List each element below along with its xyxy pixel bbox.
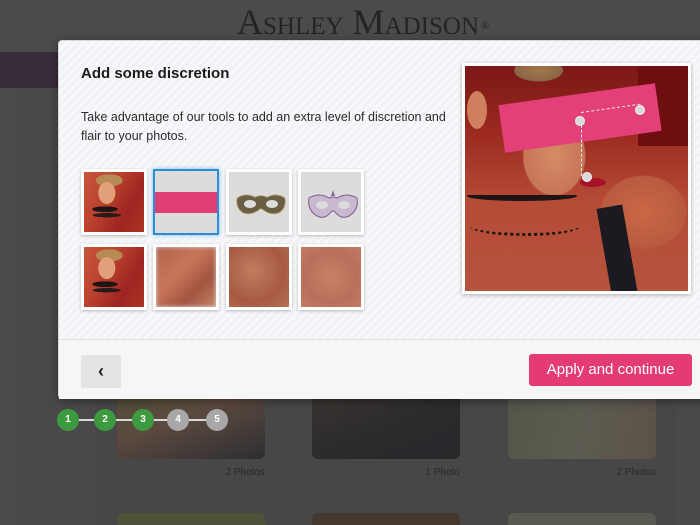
back-button[interactable]: ‹ [81,355,121,388]
preview-ear [467,91,487,129]
censor-bar-icon [155,192,217,213]
blur-thumbnail [156,247,216,307]
site-logo: Ashley Madison ® [237,2,490,42]
blur-thumbnail [301,247,361,307]
step-1: 1 [57,409,79,431]
album-photo-count: 2 Photos [616,467,656,478]
portrait-thumbnail [84,247,144,307]
album-card [117,513,265,525]
modal-footer: ‹ Apply and continue [59,339,700,399]
tool-gold-mask[interactable] [226,169,292,235]
album-photo-count: 1 Photo [425,467,460,478]
apply-and-continue-button[interactable]: Apply and continue [529,354,692,386]
move-guide [581,120,582,176]
preview-necklace [470,216,580,236]
portrait-thumbnail [84,172,144,232]
modal-title: Add some discretion [81,65,230,82]
resize-handle[interactable] [582,172,592,182]
album-photo-count: 2 Photos [225,467,265,478]
tool-blur-light[interactable] [153,244,219,310]
progress-steps: 1 2 3 4 5 [57,409,237,431]
modal-description: Take advantage of our tools to add an ex… [81,110,446,143]
photo-preview [462,63,691,294]
album-card [312,513,460,525]
album-card [508,513,656,525]
rotate-handle[interactable] [635,105,645,115]
masquerade-mask-icon [236,194,286,215]
step-4: 4 [167,409,189,431]
step-5: 5 [206,409,228,431]
tool-silver-mask[interactable] [298,169,364,235]
tool-blur-heavy[interactable] [298,244,364,310]
tool-original-2[interactable] [81,244,147,310]
step-3: 3 [132,409,154,431]
preview-choker [467,191,577,201]
tool-original[interactable] [81,169,147,235]
tool-pink-bar[interactable] [153,169,219,235]
discretion-modal: Add some discretion Take advantage of ou… [58,40,700,399]
masquerade-mask-icon [308,190,358,218]
center-handle[interactable] [575,116,585,126]
tool-blur-medium[interactable] [226,244,292,310]
step-2: 2 [94,409,116,431]
blur-thumbnail [229,247,289,307]
preview-strap [596,204,640,291]
